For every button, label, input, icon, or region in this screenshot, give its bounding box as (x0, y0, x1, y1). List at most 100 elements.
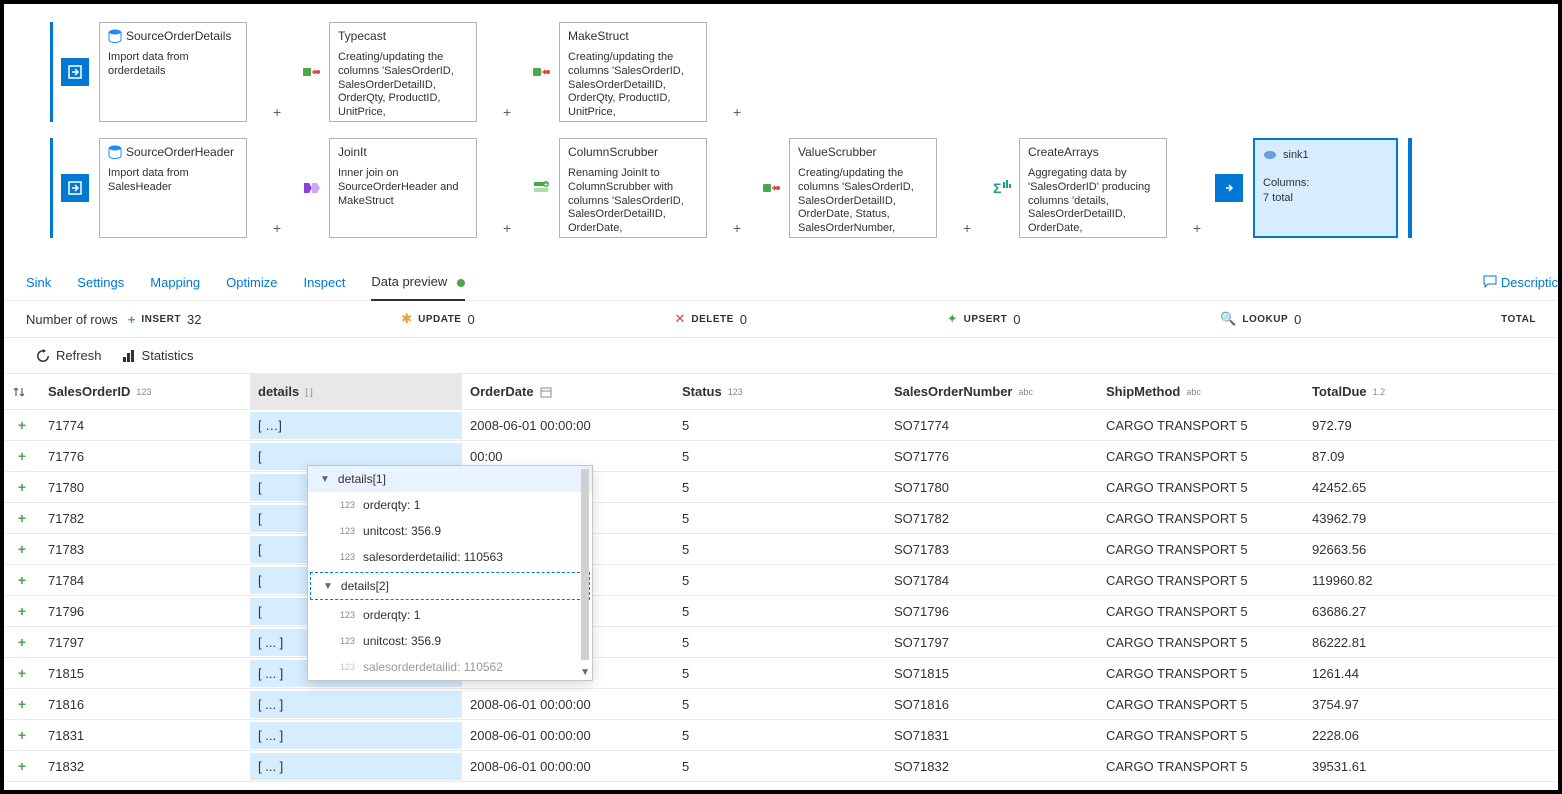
cell-totaldue: 42452.65 (1304, 474, 1504, 501)
node-source-order-header[interactable]: SourceOrderHeader Import data from Sales… (99, 138, 269, 238)
node-makestruct[interactable]: MakeStruct Creating/updating the columns… (559, 22, 729, 122)
table-row[interactable]: +71815[ ... ]2008-06-01 00:00:005SO71815… (4, 658, 1558, 689)
chevron-down-icon[interactable]: ▼ (580, 667, 590, 678)
cell-status: 5 (674, 412, 886, 439)
sink-badge[interactable] (1215, 174, 1243, 202)
add-step-button[interactable]: + (733, 104, 747, 118)
table-row[interactable]: +71780[00:005SO71780CARGO TRANSPORT 5424… (4, 472, 1558, 503)
cell-salesordernumber: SO71831 (886, 722, 1098, 749)
cell-shipmethod: CARGO TRANSPORT 5 (1098, 691, 1304, 718)
calendar-icon (540, 386, 552, 398)
refresh-button[interactable]: Refresh (36, 348, 102, 363)
table-row[interactable]: +71776[00:005SO71776CARGO TRANSPORT 587.… (4, 441, 1558, 472)
col-status[interactable]: Status123 (674, 374, 886, 409)
cell-salesorderid: 71783 (40, 536, 250, 563)
cell-details[interactable]: [ ... ] (250, 691, 462, 718)
cell-salesordernumber: SO71780 (886, 474, 1098, 501)
popover-header[interactable]: ▼ details[1] (308, 466, 592, 492)
table-row[interactable]: +71782[00:005SO71782CARGO TRANSPORT 5439… (4, 503, 1558, 534)
update-value: 0 (467, 312, 474, 327)
tabs-bar: Sink Settings Mapping Optimize Inspect D… (4, 266, 1558, 301)
cell-details[interactable]: [ …] (250, 412, 462, 439)
add-step-button[interactable]: + (963, 220, 977, 234)
node-valuescrubber[interactable]: ValueScrubber Creating/updating the colu… (789, 138, 959, 238)
cell-totaldue: 86222.81 (1304, 629, 1504, 656)
add-step-button[interactable]: + (273, 104, 287, 118)
table-row[interactable]: +71832[ ... ]2008-06-01 00:00:005SO71832… (4, 751, 1558, 782)
row-insert-icon: + (4, 597, 40, 625)
add-step-button[interactable]: + (1193, 220, 1207, 234)
node-title: CreateArrays (1028, 145, 1158, 159)
table-row[interactable]: +71784[00:005SO71784CARGO TRANSPORT 5119… (4, 565, 1558, 596)
node-joinit[interactable]: JoinIt Inner join on SourceOrderHeader a… (329, 138, 499, 238)
tab-data-preview[interactable]: Data preview (371, 274, 465, 301)
cell-salesorderid: 71782 (40, 505, 250, 532)
source-badge[interactable] (61, 174, 89, 202)
description-link[interactable]: Descriptic (1483, 275, 1558, 300)
add-step-button[interactable]: + (503, 104, 517, 118)
cell-shipmethod: CARGO TRANSPORT 5 (1098, 443, 1304, 470)
node-typecast[interactable]: Typecast Creating/updating the columns '… (329, 22, 499, 122)
node-desc: Import data from SalesHeader (108, 167, 238, 195)
cell-orderdate: 2008-06-01 00:00:00 (462, 412, 674, 439)
upsert-icon: ✦ (947, 311, 958, 327)
cell-details[interactable]: [ ... ] (250, 722, 462, 749)
node-desc: Creating/updating the columns 'SalesOrde… (798, 167, 928, 236)
tab-optimize[interactable]: Optimize (226, 275, 277, 300)
tab-sink[interactable]: Sink (26, 275, 51, 300)
cell-salesordernumber: SO71784 (886, 567, 1098, 594)
popover-item: 123salesorderdetailid: 110562 (308, 654, 592, 680)
source-badge[interactable] (61, 58, 89, 86)
tab-settings[interactable]: Settings (77, 275, 124, 300)
col-totaldue[interactable]: TotalDue1.2 (1304, 374, 1504, 409)
cell-orderdate: 2008-06-01 00:00:00 (462, 722, 674, 749)
cell-shipmethod: CARGO TRANSPORT 5 (1098, 412, 1304, 439)
node-source-order-details[interactable]: SourceOrderDetails Import data from orde… (99, 22, 269, 122)
cell-status: 5 (674, 598, 886, 625)
total-label: TOTAL (1501, 314, 1536, 325)
cell-status: 5 (674, 691, 886, 718)
col-salesordernumber[interactable]: SalesOrderNumberabc (886, 374, 1098, 409)
table-row[interactable]: +71816[ ... ]2008-06-01 00:00:005SO71816… (4, 689, 1558, 720)
update-label: UPDATE (418, 314, 461, 325)
col-orderdate[interactable]: OrderDate (462, 374, 674, 409)
col-salesorderid[interactable]: SalesOrderID123 (40, 374, 250, 409)
add-step-button[interactable]: + (273, 220, 287, 234)
preview-toolbar: Refresh Statistics (4, 338, 1558, 374)
tab-label: Data preview (371, 274, 447, 289)
row-insert-icon: + (4, 504, 40, 532)
svg-text:Σ: Σ (993, 180, 1001, 196)
row-insert-icon: + (4, 690, 40, 718)
table-row[interactable]: +71797[ ... ]2008-06-01 00:00:005SO71797… (4, 627, 1558, 658)
statistics-button[interactable]: Statistics (122, 348, 194, 363)
add-step-button[interactable]: + (733, 220, 747, 234)
col-shipmethod[interactable]: ShipMethodabc (1098, 374, 1304, 409)
scrollbar[interactable] (581, 469, 589, 660)
database-icon (108, 145, 122, 159)
row-insert-icon: + (4, 628, 40, 656)
cell-status: 5 (674, 629, 886, 656)
popover-item: 123orderqty: 1 (308, 492, 592, 518)
cell-shipmethod: CARGO TRANSPORT 5 (1098, 598, 1304, 625)
aggregate-icon: Σ (989, 176, 1013, 200)
add-step-button[interactable]: + (503, 220, 517, 234)
sort-toggle[interactable] (4, 374, 40, 409)
node-sink1[interactable]: sink1 Columns: 7 total (1253, 138, 1398, 238)
tab-mapping[interactable]: Mapping (150, 275, 200, 300)
node-columnscrubber[interactable]: ColumnScrubber Renaming JoinIt to Column… (559, 138, 729, 238)
tab-inspect[interactable]: Inspect (303, 275, 345, 300)
node-createarrays[interactable]: CreateArrays Aggregating data by 'SalesO… (1019, 138, 1189, 238)
table-row[interactable]: +71774[ …]2008-06-01 00:00:005SO71774CAR… (4, 410, 1558, 441)
cell-totaldue: 39531.61 (1304, 753, 1504, 780)
cell-details[interactable]: [ ... ] (250, 753, 462, 780)
cell-totaldue: 92663.56 (1304, 536, 1504, 563)
cell-orderdate: 2008-06-01 00:00:00 (462, 691, 674, 718)
table-row[interactable]: +71831[ ... ]2008-06-01 00:00:005SO71831… (4, 720, 1558, 751)
table-row[interactable]: +71783[00:005SO71783CARGO TRANSPORT 5926… (4, 534, 1558, 565)
chevron-down-icon: ▼ (323, 581, 333, 592)
scrub-icon: + (529, 176, 553, 200)
col-details[interactable]: details[ ] (250, 374, 462, 409)
table-row[interactable]: +71796[00:005SO71796CARGO TRANSPORT 5636… (4, 596, 1558, 627)
cell-status: 5 (674, 505, 886, 532)
sink-icon (1263, 148, 1277, 162)
